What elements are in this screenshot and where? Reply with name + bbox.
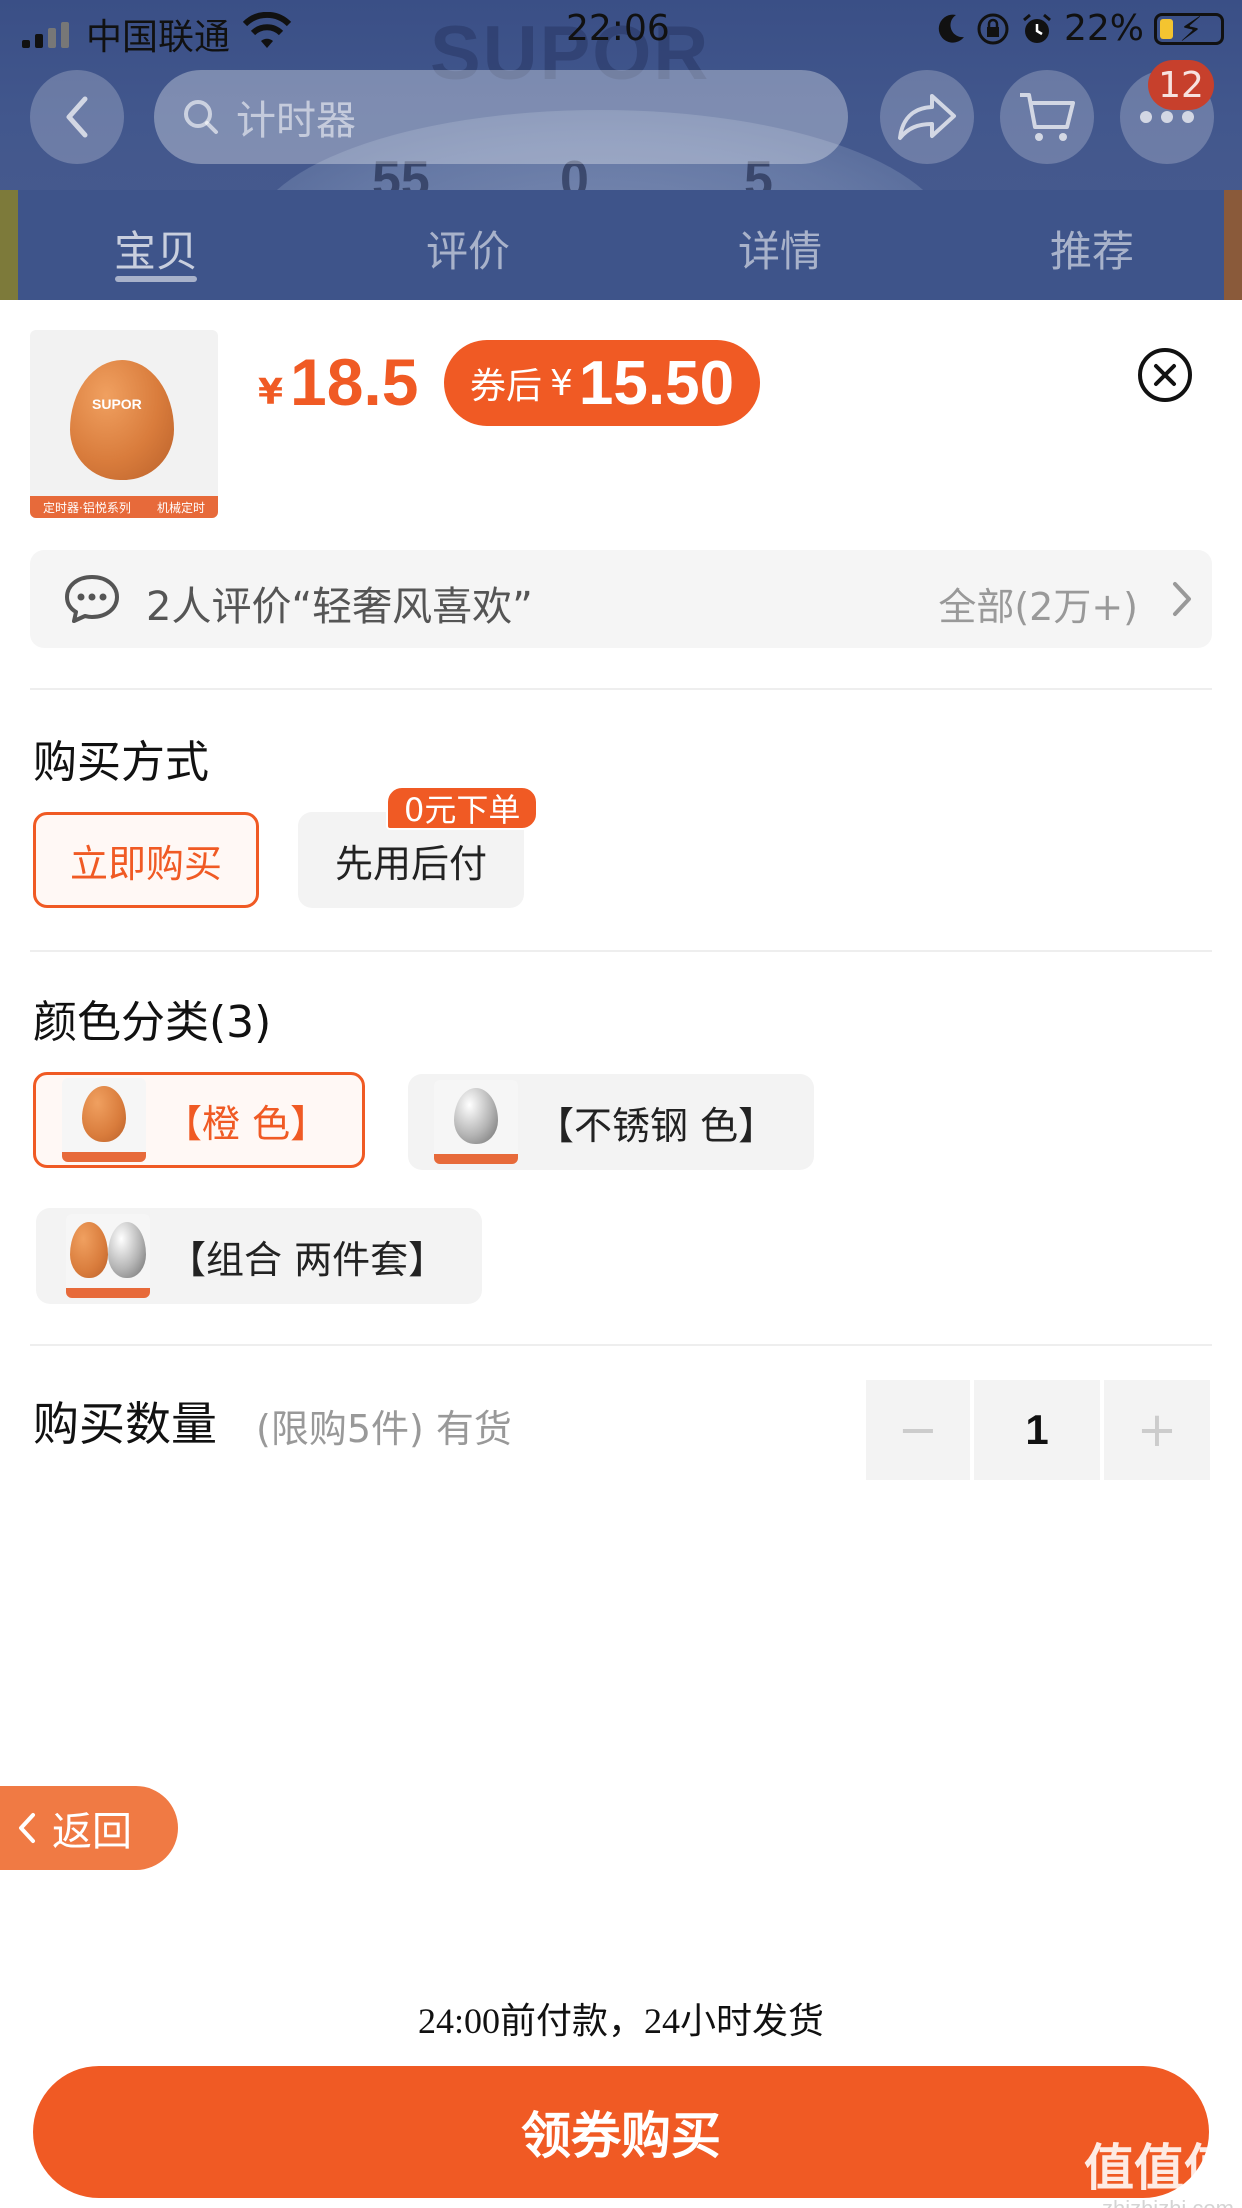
rotation-lock-icon — [977, 13, 1009, 44]
chevron-left-icon — [66, 96, 88, 138]
chevron-right-icon — [1173, 582, 1191, 616]
coupon-price: 15.50 — [578, 348, 735, 418]
review-summary[interactable]: 2人评价“轻奢风喜欢” 全部(2万+) — [30, 550, 1212, 648]
carrier-label: 中国联通 — [86, 17, 231, 58]
decrease-button[interactable]: − — [866, 1380, 970, 1480]
battery-icon: ⚡ — [1154, 10, 1224, 50]
clock: 22:06 — [566, 8, 670, 49]
cart-icon — [1020, 93, 1075, 141]
payment-note: 24:00前付款，24小时发货 — [417, 2001, 824, 2041]
watermark: 值值值 zhizhizhi.com — [1084, 2128, 1234, 2208]
color-option-label: 【组合 两件套】 — [168, 1237, 447, 1282]
coupon-price-badge: 券后 ¥ 15.50 — [444, 340, 761, 426]
chat-bubble-icon — [65, 575, 119, 623]
claim-coupon-buy-button[interactable]: 领券购买 — [33, 2066, 1209, 2198]
return-button[interactable]: 返回 — [0, 1786, 178, 1870]
tab-item[interactable]: 宝贝 — [114, 218, 198, 279]
color-option-orange[interactable]: 【橙 色】 — [33, 1072, 365, 1168]
thumb-tag: 定时器·铝悦系列 — [43, 500, 131, 515]
close-button[interactable] — [1138, 348, 1192, 402]
zero-yuan-tag: 0元下单 — [386, 786, 539, 830]
steel-timer-thumb — [434, 1080, 518, 1164]
signal-icon — [22, 22, 69, 48]
quantity-note: (限购5件) 有货 — [256, 1407, 512, 1451]
share-button[interactable] — [880, 70, 974, 164]
quantity-value[interactable]: 1 — [974, 1380, 1100, 1480]
color-option-label: 【橙 色】 — [164, 1101, 329, 1146]
quantity-stepper: − 1 + — [866, 1380, 1210, 1480]
thumb-brand: SUPOR — [92, 396, 142, 412]
coupon-label: 券后 — [470, 366, 543, 407]
status-bar: 中国联通 22:06 22% ⚡ — [0, 0, 1242, 62]
moon-icon — [938, 14, 964, 43]
message-count-badge: 12 — [1148, 60, 1214, 110]
review-all-count[interactable]: 全部(2万+) — [938, 576, 1138, 631]
wifi-icon — [242, 11, 292, 54]
cart-button[interactable] — [1000, 70, 1094, 164]
increase-button[interactable]: + — [1104, 1380, 1210, 1480]
divider — [30, 1344, 1212, 1346]
divider — [30, 950, 1212, 952]
orange-timer-thumb — [62, 1078, 146, 1162]
share-icon — [898, 94, 956, 140]
watermark-url: zhizhizhi.com — [1084, 2196, 1234, 2208]
color-option-combo[interactable]: 【组合 两件套】 — [36, 1208, 482, 1304]
thumb-caption: 定时器·铝悦系列 机械定时 — [30, 496, 218, 518]
search-bar[interactable]: 计时器 — [154, 70, 848, 164]
coupon-currency: ¥ — [550, 362, 573, 404]
alarm-icon — [1023, 13, 1051, 43]
product-thumbnail[interactable]: SUPOR 定时器·铝悦系列 机械定时 — [30, 330, 218, 518]
battery-percent: 22% — [1063, 8, 1144, 49]
color-option-steel[interactable]: 【不锈钢 色】 — [408, 1074, 814, 1170]
tab-reviews[interactable]: 评价 — [426, 218, 510, 279]
price: 18.5 — [290, 345, 419, 419]
sku-sheet: SUPOR 定时器·铝悦系列 机械定时 ¥ 18.5 券后 ¥ 15.50 2人… — [0, 300, 1242, 2208]
egg-timer-image: SUPOR — [70, 360, 174, 480]
watermark-logo: 值值值 — [1084, 2139, 1234, 2197]
return-label: 返回 — [52, 1809, 132, 1855]
search-icon — [184, 100, 218, 134]
tab-details[interactable]: 详情 — [738, 218, 822, 279]
status-right: 22% ⚡ — [936, 8, 1224, 50]
option-buy-now[interactable]: 立即购买 — [33, 812, 259, 908]
review-text: 2人评价“轻奢风喜欢” — [146, 584, 533, 630]
color-category-title: 颜色分类(3) — [33, 997, 272, 1048]
thumb-tag: 机械定时 — [156, 500, 205, 515]
close-icon — [1154, 364, 1176, 386]
quantity-title: 购买数量 — [33, 1397, 217, 1451]
price-currency: ¥ — [258, 372, 284, 413]
purchase-method-title: 购买方式 — [33, 737, 209, 788]
tab-recommend[interactable]: 推荐 — [1050, 218, 1134, 279]
color-option-label: 【不锈钢 色】 — [536, 1103, 777, 1148]
combo-timer-thumb — [66, 1214, 150, 1298]
divider — [30, 688, 1212, 690]
search-placeholder: 计时器 — [236, 98, 356, 144]
chevron-left-icon — [19, 1813, 35, 1843]
more-dots-icon — [1140, 111, 1194, 123]
active-tab-indicator — [115, 276, 197, 282]
back-nav-button[interactable] — [30, 70, 124, 164]
